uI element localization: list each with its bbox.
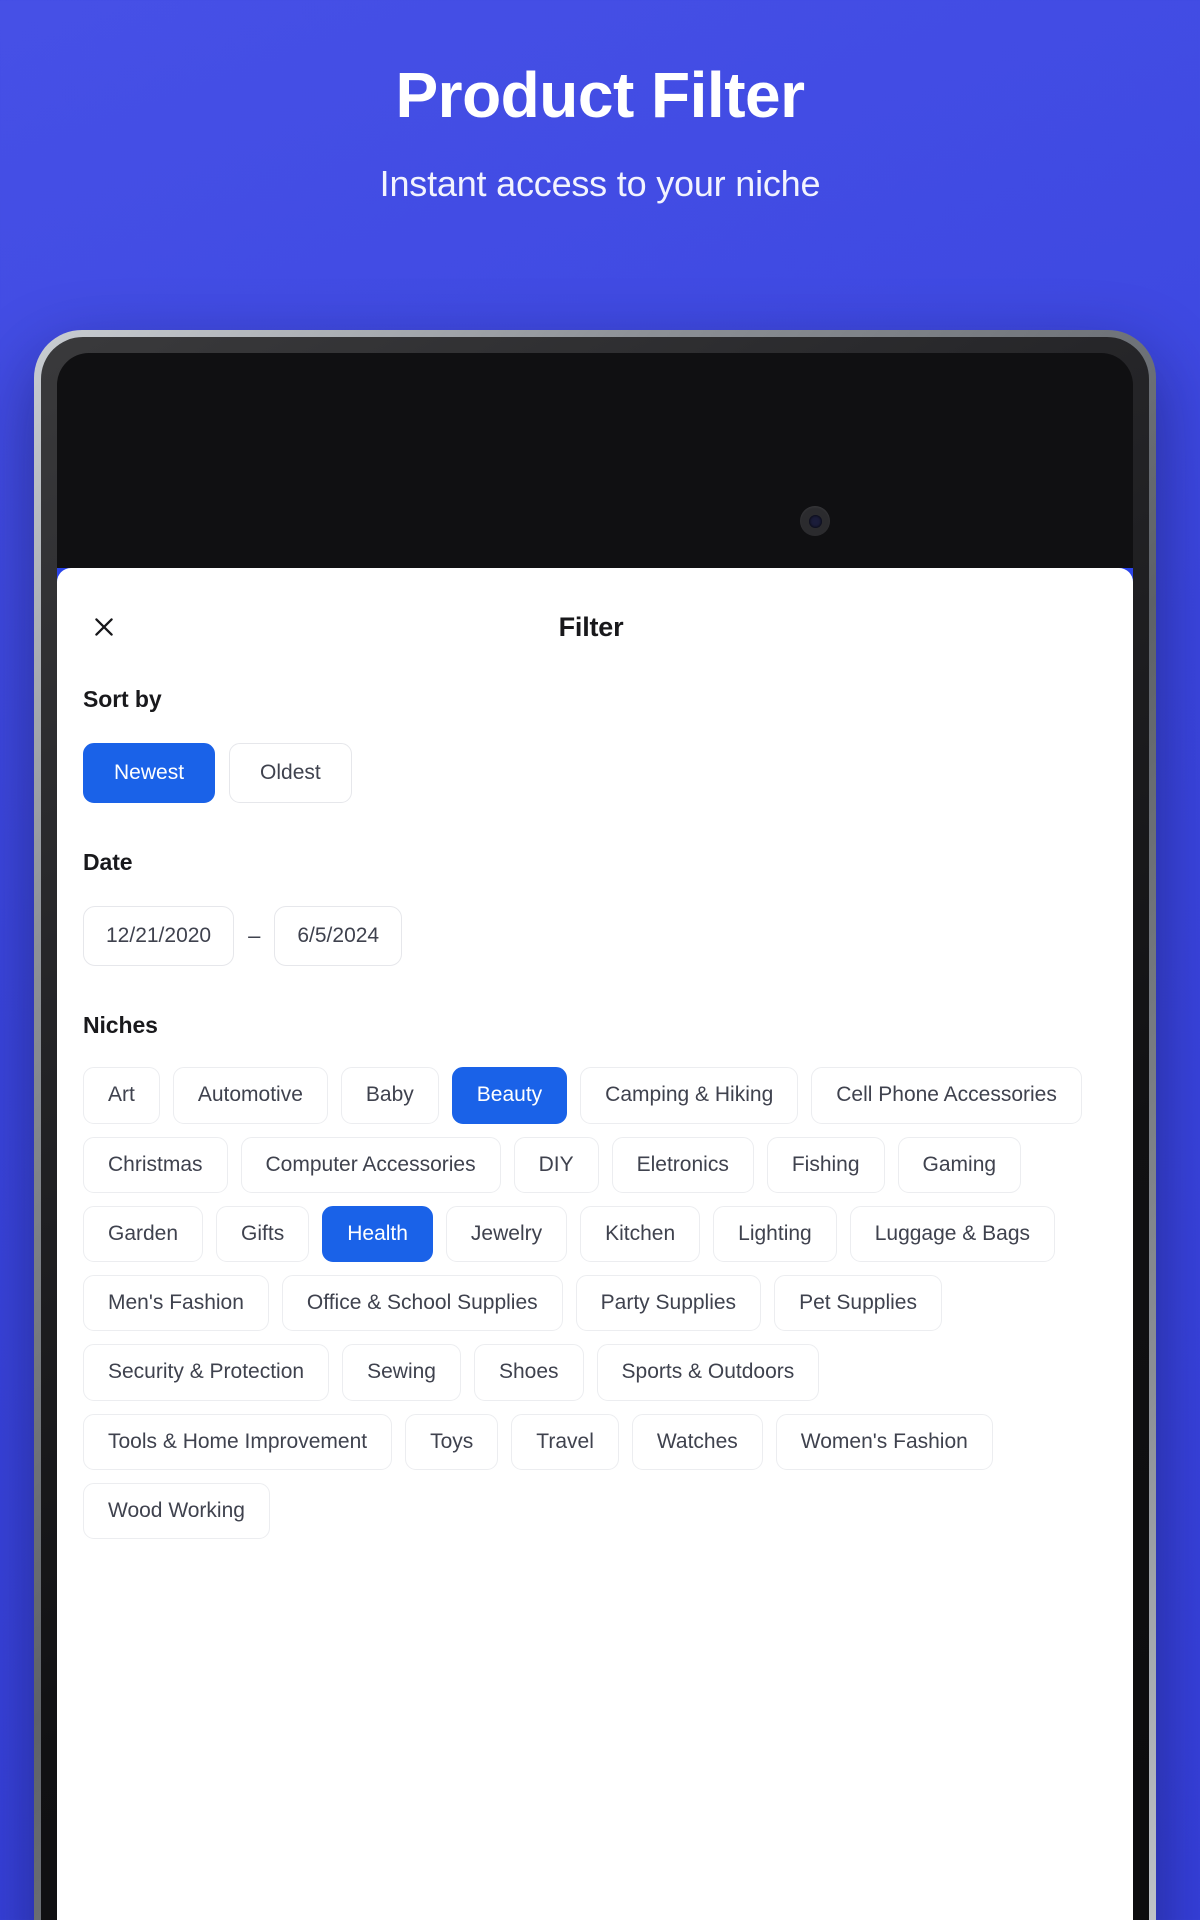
niche-chip[interactable]: Jewelry [445,1205,568,1262]
niche-chip[interactable]: Computer Accessories [240,1136,501,1193]
niche-chip[interactable]: Christmas [83,1136,228,1193]
niche-chip[interactable]: Camping & Hiking [580,1067,799,1124]
sort-by-section: Sort by Newest Oldest [83,686,1107,804]
sheet-header: Filter [83,568,1107,686]
niche-chip[interactable]: Automotive [172,1067,328,1124]
page-title: Filter [558,611,624,642]
date-range-separator: – [248,923,261,949]
niche-chip[interactable]: Women's Fashion [775,1413,993,1470]
sort-option-newest[interactable]: Newest [83,743,216,804]
close-icon[interactable] [83,606,125,648]
niche-chip[interactable]: Art [83,1067,160,1124]
niche-chip[interactable]: Pet Supplies [774,1275,942,1332]
niche-chip[interactable]: DIY [513,1136,599,1193]
niche-chip[interactable]: Office & School Supplies [281,1275,563,1332]
app-surface: Filter Sort by Newest Oldest Date 12/21/… [57,568,1133,1920]
promo-title: Product Filter [395,59,805,131]
filter-sheet: Filter Sort by Newest Oldest Date 12/21/… [57,568,1133,1920]
niche-chip[interactable]: Eletronics [611,1136,754,1193]
date-end-input[interactable]: 6/5/2024 [274,906,403,967]
niche-chip[interactable]: Sewing [342,1344,461,1401]
niche-chip[interactable]: Sports & Outdoors [596,1344,820,1401]
niche-chip[interactable]: Wood Working [83,1482,270,1539]
date-section: Date 12/21/2020 – 6/5/2024 [83,849,1107,967]
tablet-bezel: Filter Sort by Newest Oldest Date 12/21/… [41,337,1149,1920]
niche-chip[interactable]: Garden [83,1205,204,1262]
tablet-screen: Filter Sort by Newest Oldest Date 12/21/… [57,353,1133,1920]
niche-chip[interactable]: Luggage & Bags [849,1205,1056,1262]
niche-chip[interactable]: Cell Phone Accessories [811,1067,1082,1124]
sort-by-options: Newest Oldest [83,743,1107,804]
niches-section: Niches Art Automotive Baby Beauty Camping & … [83,1012,1107,1539]
niche-chip[interactable]: Lighting [713,1205,837,1262]
sort-option-oldest[interactable]: Oldest [229,743,352,804]
niche-chip[interactable]: Kitchen [580,1205,701,1262]
niche-chip[interactable]: Tools & Home Improvement [83,1413,393,1470]
niche-chip[interactable]: Baby [340,1067,439,1124]
niche-chip[interactable]: Fishing [766,1136,885,1193]
date-start-input[interactable]: 12/21/2020 [83,906,235,967]
camera-icon [800,506,830,536]
promo-header: Product Filter Instant access to your ni… [0,0,1200,205]
niche-chip[interactable]: Shoes [473,1344,584,1401]
niche-chip[interactable]: Security & Protection [83,1344,330,1401]
niche-chip[interactable]: Toys [405,1413,499,1470]
niche-chip[interactable]: Travel [511,1413,619,1470]
niche-chip[interactable]: Health [322,1205,433,1262]
date-range-row: 12/21/2020 – 6/5/2024 [83,906,1107,967]
date-label: Date [83,849,133,876]
niches-chip-list: Art Automotive Baby Beauty Camping & Hiking C… [83,1067,1107,1539]
niche-chip[interactable]: Watches [631,1413,763,1470]
sort-by-label: Sort by [83,686,162,712]
niche-chip[interactable]: Beauty [451,1067,568,1124]
niches-label: Niches [83,1012,158,1039]
niche-chip[interactable]: Gaming [897,1136,1022,1193]
niche-chip[interactable]: Gifts [216,1205,310,1262]
niche-chip[interactable]: Men's Fashion [83,1275,269,1332]
promo-subtitle: Instant access to your niche [379,163,821,205]
niche-chip[interactable]: Party Supplies [575,1275,762,1332]
tablet-device-frame: Filter Sort by Newest Oldest Date 12/21/… [34,330,1156,1920]
